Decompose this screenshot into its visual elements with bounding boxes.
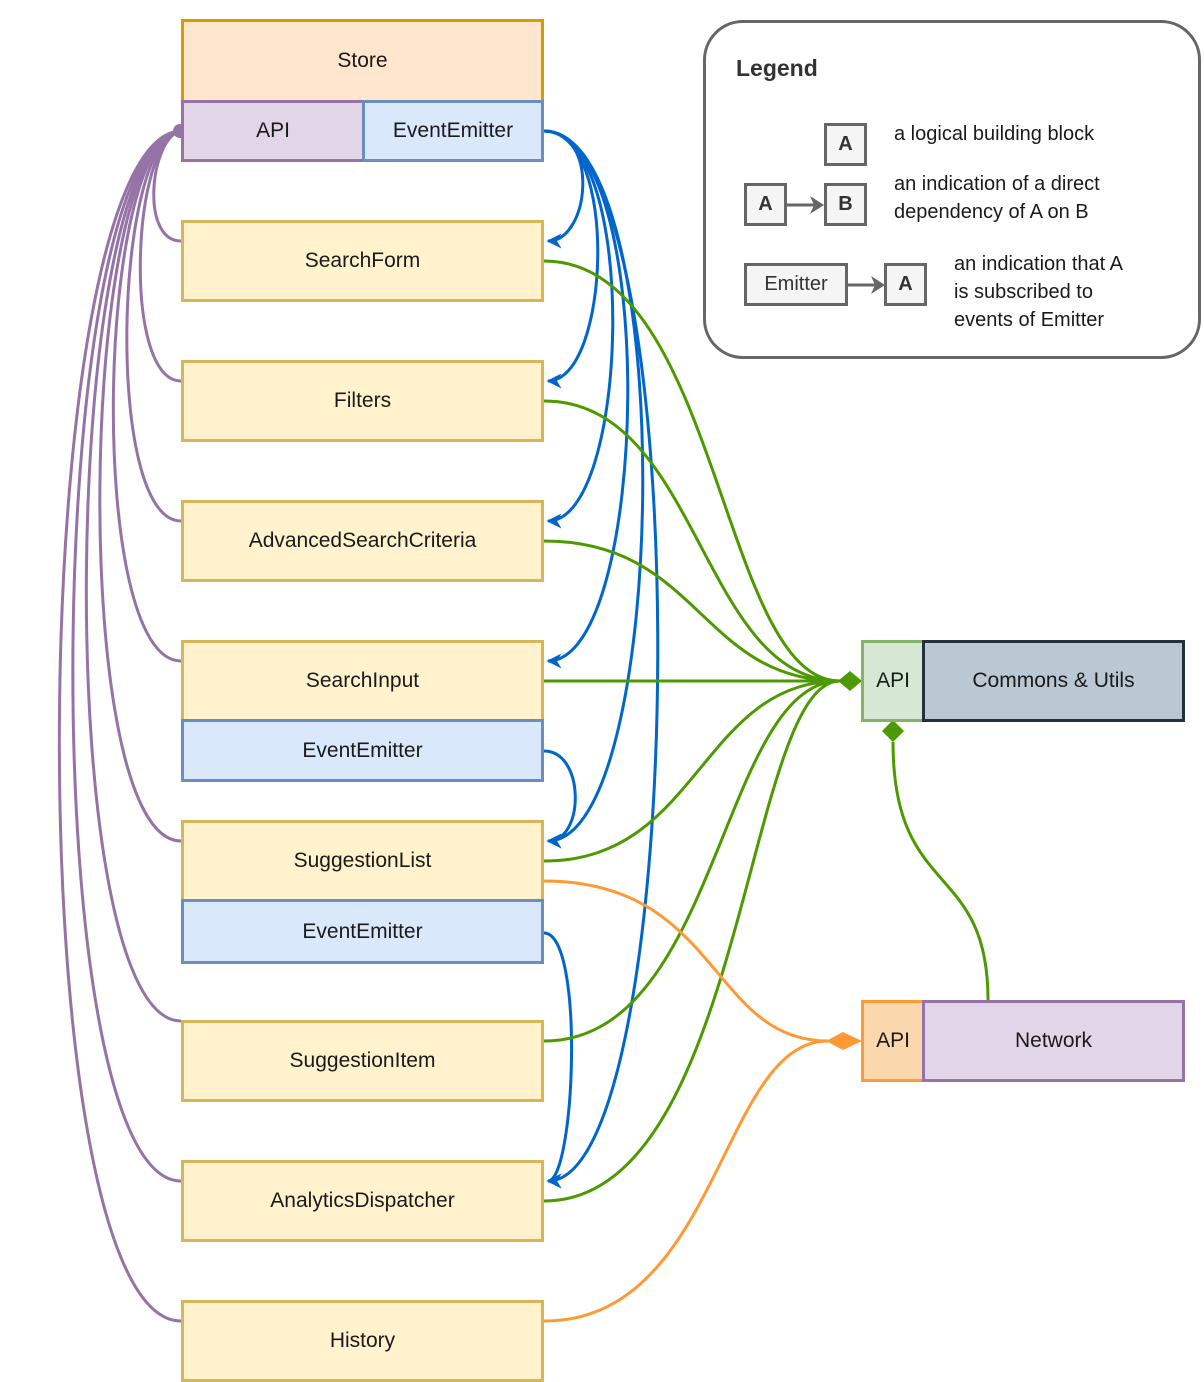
- store-eventemitter-block[interactable]: EventEmitter: [362, 100, 544, 162]
- network-block[interactable]: Network: [922, 1000, 1185, 1082]
- legend-sub-text-line1: an indication that A: [954, 253, 1124, 275]
- commons-api-block[interactable]: API: [861, 640, 925, 722]
- history-block[interactable]: History: [181, 1300, 544, 1382]
- legend-sub-text-line3: events of Emitter: [954, 309, 1105, 331]
- commons-api-port-icon: [838, 671, 862, 691]
- commons-utils-block[interactable]: Commons & Utils: [922, 640, 1185, 722]
- commons-api-bottom-port-icon: [882, 720, 904, 742]
- store-api-block[interactable]: API: [181, 100, 365, 162]
- searchinput-block[interactable]: SearchInput: [181, 640, 544, 722]
- legend-dep-text: an indication of a direct dependency of …: [894, 170, 1100, 226]
- legend-dep-arrow-icon: [787, 196, 824, 214]
- filters-block[interactable]: Filters: [181, 360, 544, 442]
- commons-edge-suggestionitem: [543, 679, 841, 1043]
- network-edge-suggestionlist: [543, 879, 829, 1043]
- legend-dep-to: B: [824, 183, 867, 226]
- commons-edge-network: [891, 741, 990, 1001]
- legend-block-sample: A: [824, 123, 867, 166]
- suggestionlist-block[interactable]: SuggestionList: [181, 820, 544, 902]
- legend-panel: Legend A a logical building block A B an…: [703, 20, 1201, 359]
- suggestionlist-eventemitter-block[interactable]: EventEmitter: [181, 899, 544, 964]
- legend-sub-text-line2: is subscribed to: [954, 281, 1093, 303]
- analyticsdispatcher-block[interactable]: AnalyticsDispatcher: [181, 1160, 544, 1242]
- suggestionitem-block[interactable]: SuggestionItem: [181, 1020, 544, 1102]
- advancedsearchcriteria-block[interactable]: AdvancedSearchCriteria: [181, 500, 544, 582]
- searchform-block[interactable]: SearchForm: [181, 220, 544, 302]
- legend-sub-from: Emitter: [744, 263, 848, 306]
- network-api-edges: [543, 879, 829, 1323]
- commons-edge-suggestionlist: [543, 679, 841, 863]
- store-api-edge-history: [57, 129, 182, 1323]
- legend-sub-arrow-icon: [848, 276, 885, 294]
- legend-block-text: a logical building block: [894, 123, 1095, 145]
- legend-sub-text: an indication that A is subscribed to ev…: [954, 250, 1123, 334]
- searchinput-emitter-edge-suggestionlist: [543, 749, 577, 849]
- suggestionlist-emitter-edge-analytics: [543, 931, 573, 1189]
- legend-dep-text-line1: an indication of a direct: [894, 173, 1100, 195]
- store-block[interactable]: Store: [181, 19, 544, 103]
- searchinput-eventemitter-block[interactable]: EventEmitter: [181, 719, 544, 782]
- network-api-port-icon: [826, 1032, 862, 1050]
- legend-sub-to: A: [884, 263, 927, 306]
- store-emitter-edge-analytics: [543, 129, 660, 1189]
- legend-dep-from: A: [744, 183, 787, 226]
- network-api-block[interactable]: API: [861, 1000, 925, 1082]
- commons-edge-filters: [543, 399, 841, 683]
- legend-title: Legend: [736, 55, 818, 81]
- commons-edge-analytics: [543, 679, 841, 1203]
- store-api-edges: [57, 129, 182, 1323]
- store-emitter-edge-searchinput: [543, 129, 630, 669]
- legend-dep-text-line2: dependency of A on B: [894, 201, 1089, 223]
- network-edge-history: [543, 1039, 829, 1323]
- emitter-subscription-edges: [543, 129, 660, 1189]
